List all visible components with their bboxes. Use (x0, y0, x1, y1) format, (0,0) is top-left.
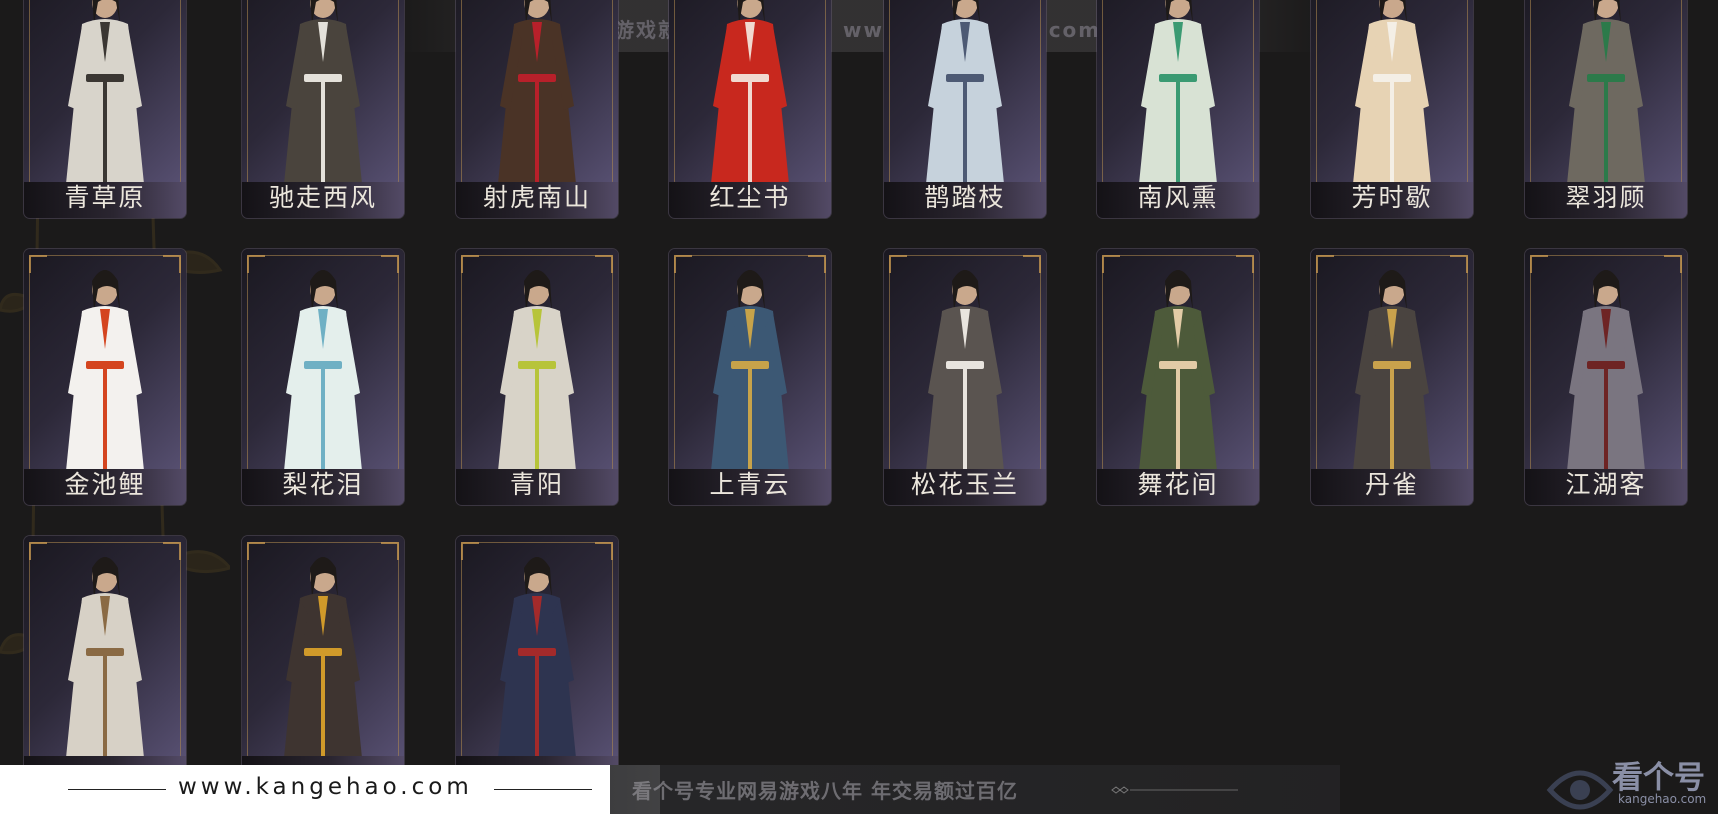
character-figure (926, 270, 1004, 471)
character-figure (284, 557, 362, 758)
logo-subtitle: kangehao.com (1618, 792, 1707, 806)
footer-divider-right (494, 789, 592, 790)
character-figure (1353, 0, 1431, 184)
character-figure (711, 0, 789, 184)
footer-divider-left (68, 789, 166, 790)
character-figure (1139, 270, 1217, 471)
footer-url-panel: www.kangehao.com (0, 765, 660, 814)
character-figure (498, 0, 576, 184)
character-figure (284, 270, 362, 471)
outfit-card[interactable]: 鹊踏枝 (884, 0, 1046, 218)
character-figure (66, 0, 144, 184)
character-figure (1567, 0, 1645, 184)
character-figure (1567, 270, 1645, 471)
outfit-card[interactable]: 梨花泪 (242, 249, 404, 505)
outfit-name: 梨花泪 (282, 470, 364, 499)
outfit-card[interactable]: 驰走西风 (242, 0, 404, 218)
outfit-card[interactable]: 翠羽顾 (1525, 0, 1687, 218)
outfit-card[interactable] (24, 536, 186, 792)
outfit-name: 驰走西风 (268, 183, 377, 212)
outfit-card[interactable]: 芳时歇 (1311, 0, 1473, 218)
character-figure (66, 557, 144, 758)
outfit-card[interactable]: 丹雀 (1311, 249, 1473, 505)
outfit-name: 红尘书 (709, 183, 791, 212)
footer-slogan: 看个号专业网易游戏八年 年交易额过百亿 (632, 779, 1018, 803)
outfit-card[interactable]: 射虎南山 (456, 0, 618, 218)
outfit-name: 青草原 (64, 183, 146, 212)
outfit-card[interactable] (242, 536, 404, 792)
character-figure (1139, 0, 1217, 184)
outfit-name: 芳时歇 (1351, 183, 1433, 212)
outfit-card[interactable]: 红尘书 (669, 0, 831, 218)
outfit-card[interactable]: 南风熏 (1097, 0, 1259, 218)
outfit-name: 金池鲤 (64, 470, 146, 499)
outfit-card[interactable]: 松花玉兰 (884, 249, 1046, 505)
outfit-name: 上青云 (709, 470, 791, 499)
outfit-name: 翠羽顾 (1565, 183, 1647, 212)
character-figure (66, 270, 144, 471)
outfit-card[interactable]: 上青云 (669, 249, 831, 505)
character-figure (926, 0, 1004, 184)
character-figure (498, 270, 576, 471)
outfit-name: 舞花间 (1137, 470, 1219, 499)
character-figure (284, 0, 362, 184)
outfit-card[interactable]: 舞花间 (1097, 249, 1259, 505)
outfit-name: 鹊踏枝 (924, 183, 1006, 212)
outfit-name: 丹雀 (1364, 470, 1419, 499)
outfit-name: 江湖客 (1565, 470, 1647, 499)
outfit-card[interactable]: 金池鲤 (24, 249, 186, 505)
outfit-card[interactable]: 青阳 (456, 249, 618, 505)
outfit-name: 射虎南山 (482, 183, 591, 212)
outfit-name: 南风熏 (1137, 183, 1219, 212)
character-figure (711, 270, 789, 471)
logo-text: 看个号 (1612, 760, 1705, 796)
character-figure (498, 557, 576, 758)
outfit-gallery: 网易游戏就选看个号 网址：www.kangehao.com 青草原 驰走西风 射虎南… (0, 0, 1718, 814)
footer-url: www.kangehao.com (178, 774, 473, 800)
outfit-card[interactable]: 青草原 (24, 0, 186, 218)
outfit-name: 青阳 (509, 470, 564, 499)
outfit-card[interactable] (456, 536, 618, 792)
footer-ornament (1111, 786, 1238, 794)
outfit-card[interactable]: 江湖客 (1525, 249, 1687, 505)
character-figure (1353, 270, 1431, 471)
outfit-name: 松花玉兰 (910, 470, 1019, 499)
